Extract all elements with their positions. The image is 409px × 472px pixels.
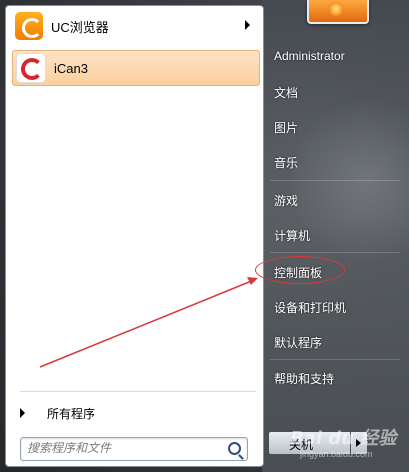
watermark-url: jingyan.baidu.com [300,449,373,459]
annotation-arrow [39,277,258,368]
watermark-logo: Bai du 经验 [290,428,397,449]
